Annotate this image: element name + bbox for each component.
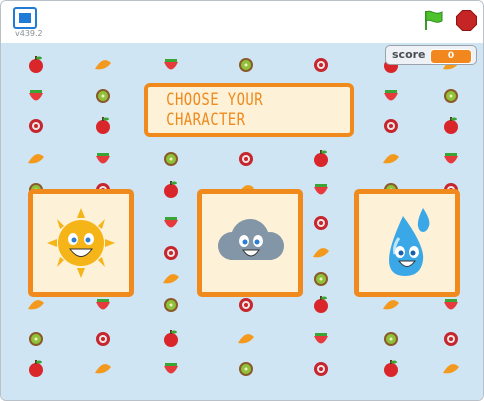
fruit-kiwi-icon xyxy=(239,362,253,376)
fruit-strawberry-icon xyxy=(96,153,110,164)
fruit-kiwi-icon xyxy=(314,272,328,286)
character-cloud-card[interactable] xyxy=(197,189,303,297)
fruit-kiwi-icon xyxy=(29,332,43,346)
sun-character-icon xyxy=(47,208,115,278)
fruit-kiwi-icon xyxy=(239,58,253,72)
fruit-strawberry-icon xyxy=(444,299,458,310)
stage[interactable]: score 0 CHOOSE YOUR CHARACTER xyxy=(1,43,483,400)
fruit-orange-icon xyxy=(443,364,459,374)
fruit-orange-icon xyxy=(238,334,254,344)
fruit-strawberry-icon xyxy=(164,59,178,70)
fruit-strawberry-icon xyxy=(314,333,328,344)
water-drop-character-icon xyxy=(389,208,430,276)
fruit-orange-icon xyxy=(95,364,111,374)
fruit-orange-icon xyxy=(313,248,329,258)
fruit-strawberry-icon xyxy=(314,184,328,195)
fruit-kiwi-icon xyxy=(164,152,178,166)
fruit-orange-icon xyxy=(383,300,399,310)
fruit-pomegranate-icon xyxy=(239,152,253,166)
fruit-apple-icon xyxy=(314,150,328,167)
fruit-pomegranate-icon xyxy=(384,119,398,133)
fruit-orange-icon xyxy=(95,60,111,70)
fruit-strawberry-icon xyxy=(96,299,110,310)
fruit-apple-icon xyxy=(96,117,110,134)
fruit-orange-icon xyxy=(28,300,44,310)
fruit-strawberry-icon xyxy=(444,153,458,164)
fruit-pomegranate-icon xyxy=(96,332,110,346)
fruit-apple-icon xyxy=(164,181,178,198)
fruit-kiwi-icon xyxy=(384,332,398,346)
title-text: CHOOSE YOUR CHARACTER xyxy=(166,90,264,130)
fruit-orange-icon xyxy=(28,154,44,164)
fruit-orange-icon xyxy=(383,154,399,164)
title-banner: CHOOSE YOUR CHARACTER xyxy=(144,83,354,137)
score-value: 0 xyxy=(430,49,472,64)
project-player: v439.2 score 0 CHOOSE YOUR CHARACTER xyxy=(0,0,484,401)
fruit-strawberry-icon xyxy=(164,363,178,374)
score-monitor: score 0 xyxy=(385,45,477,65)
fruit-strawberry-icon xyxy=(29,90,43,101)
fruit-pomegranate-icon xyxy=(444,332,458,346)
fruit-apple-icon xyxy=(314,296,328,313)
version-label: v439.2 xyxy=(15,29,43,38)
character-sun-card[interactable] xyxy=(28,189,134,297)
cloud-character-icon xyxy=(218,219,284,260)
fruit-pomegranate-icon xyxy=(314,216,328,230)
fruit-apple-icon xyxy=(29,360,43,377)
stop-icon[interactable] xyxy=(456,10,477,31)
fruit-kiwi-icon xyxy=(164,298,178,312)
fruit-apple-icon xyxy=(164,330,178,347)
score-label: score xyxy=(392,48,426,61)
fruit-strawberry-icon xyxy=(164,217,178,228)
character-water-drop-card[interactable] xyxy=(354,189,460,297)
fruit-apple-icon xyxy=(384,360,398,377)
green-flag-icon[interactable] xyxy=(422,9,444,31)
fruit-kiwi-icon xyxy=(96,89,110,103)
fruit-pomegranate-icon xyxy=(314,58,328,72)
fullscreen-icon[interactable] xyxy=(13,7,37,29)
fruit-pomegranate-icon xyxy=(164,246,178,260)
fruit-apple-icon xyxy=(444,117,458,134)
fruit-pomegranate-icon xyxy=(239,298,253,312)
fruit-apple-icon xyxy=(29,56,43,73)
fruit-pomegranate-icon xyxy=(29,119,43,133)
fruit-kiwi-icon xyxy=(444,89,458,103)
fruit-orange-icon xyxy=(163,274,179,284)
player-toolbar: v439.2 xyxy=(1,1,483,41)
fruit-pomegranate-icon xyxy=(314,362,328,376)
fruit-strawberry-icon xyxy=(384,90,398,101)
